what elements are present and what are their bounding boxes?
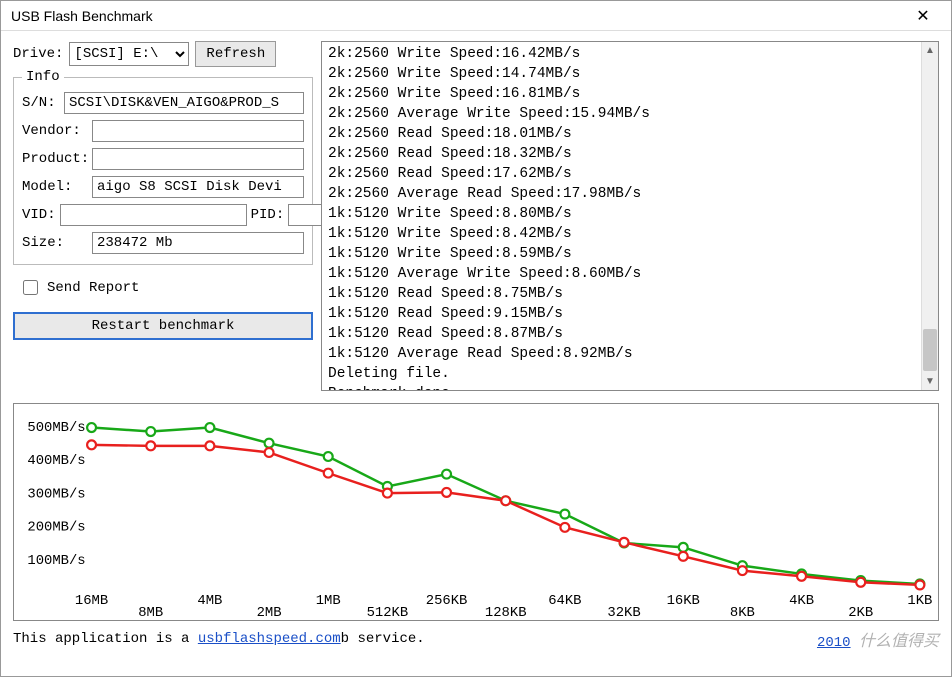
send-report-checkbox[interactable]: [23, 280, 38, 295]
svg-text:32KB: 32KB: [607, 605, 640, 620]
svg-text:128KB: 128KB: [485, 605, 527, 620]
svg-text:16KB: 16KB: [667, 593, 700, 609]
watermark: 什么值得买: [859, 633, 939, 650]
log-panel: 2k:2560 Write Speed:16.42MB/s 2k:2560 Wr…: [321, 41, 939, 391]
svg-text:4MB: 4MB: [197, 593, 222, 609]
scroll-up-icon[interactable]: ▲: [922, 42, 938, 59]
scroll-thumb[interactable]: [923, 329, 937, 371]
restart-benchmark-button[interactable]: Restart benchmark: [13, 312, 313, 340]
svg-text:200MB/s: 200MB/s: [27, 520, 85, 536]
footer: This application is a usbflashspeed.comb…: [1, 623, 951, 657]
vendor-field[interactable]: [92, 120, 304, 142]
svg-text:64KB: 64KB: [548, 593, 581, 609]
info-fieldset: Info S/N: Vendor: Product: Model: VID: P…: [13, 77, 313, 265]
vid-label: VID:: [22, 207, 56, 223]
size-label: Size:: [22, 235, 88, 251]
scroll-track[interactable]: [922, 59, 938, 373]
vendor-label: Vendor:: [22, 123, 88, 139]
model-field[interactable]: [92, 176, 304, 198]
refresh-button[interactable]: Refresh: [195, 41, 276, 67]
benchmark-chart: 100MB/s 200MB/s 300MB/s 400MB/s 500MB/s 16MB 8…: [13, 403, 939, 621]
model-label: Model:: [22, 179, 88, 195]
footer-text-a: This application is a: [13, 631, 189, 647]
svg-text:256KB: 256KB: [426, 593, 468, 609]
sn-field[interactable]: [64, 92, 304, 114]
product-label: Product:: [22, 151, 88, 167]
vid-field[interactable]: [60, 204, 247, 226]
svg-text:1KB: 1KB: [907, 593, 932, 609]
svg-text:500MB/s: 500MB/s: [27, 420, 85, 436]
titlebar: USB Flash Benchmark ✕: [1, 1, 951, 31]
drive-label: Drive:: [13, 46, 63, 62]
chart-svg: 100MB/s 200MB/s 300MB/s 400MB/s 500MB/s 16MB 8…: [14, 404, 938, 620]
sn-label: S/N:: [22, 95, 60, 111]
footer-text-b: b service.: [341, 631, 425, 647]
pid-label: PID:: [251, 207, 285, 223]
product-field[interactable]: [92, 148, 304, 170]
scrollbar[interactable]: ▲ ▼: [921, 42, 938, 390]
svg-text:16MB: 16MB: [75, 593, 108, 609]
svg-text:512KB: 512KB: [367, 605, 409, 620]
svg-text:4KB: 4KB: [789, 593, 814, 609]
drive-select[interactable]: [SCSI] E:\: [69, 42, 189, 66]
svg-text:300MB/s: 300MB/s: [27, 486, 85, 502]
close-icon: ✕: [916, 6, 929, 26]
svg-text:400MB/s: 400MB/s: [27, 453, 85, 469]
svg-text:2MB: 2MB: [257, 605, 282, 620]
svg-text:8MB: 8MB: [138, 605, 163, 620]
send-report-label: Send Report: [47, 280, 139, 296]
scroll-down-icon[interactable]: ▼: [922, 373, 938, 390]
svg-text:1MB: 1MB: [316, 593, 341, 609]
footer-link[interactable]: usbflashspeed.com: [198, 631, 341, 647]
info-legend: Info: [22, 69, 64, 85]
svg-text:100MB/s: 100MB/s: [27, 553, 85, 569]
close-button[interactable]: ✕: [903, 3, 943, 29]
svg-text:8KB: 8KB: [730, 605, 755, 620]
footer-right-link[interactable]: 2010: [817, 635, 851, 651]
size-field[interactable]: [92, 232, 304, 254]
log-text: 2k:2560 Write Speed:16.42MB/s 2k:2560 Wr…: [322, 42, 920, 390]
svg-text:2KB: 2KB: [848, 605, 873, 620]
window-title: USB Flash Benchmark: [11, 8, 153, 24]
